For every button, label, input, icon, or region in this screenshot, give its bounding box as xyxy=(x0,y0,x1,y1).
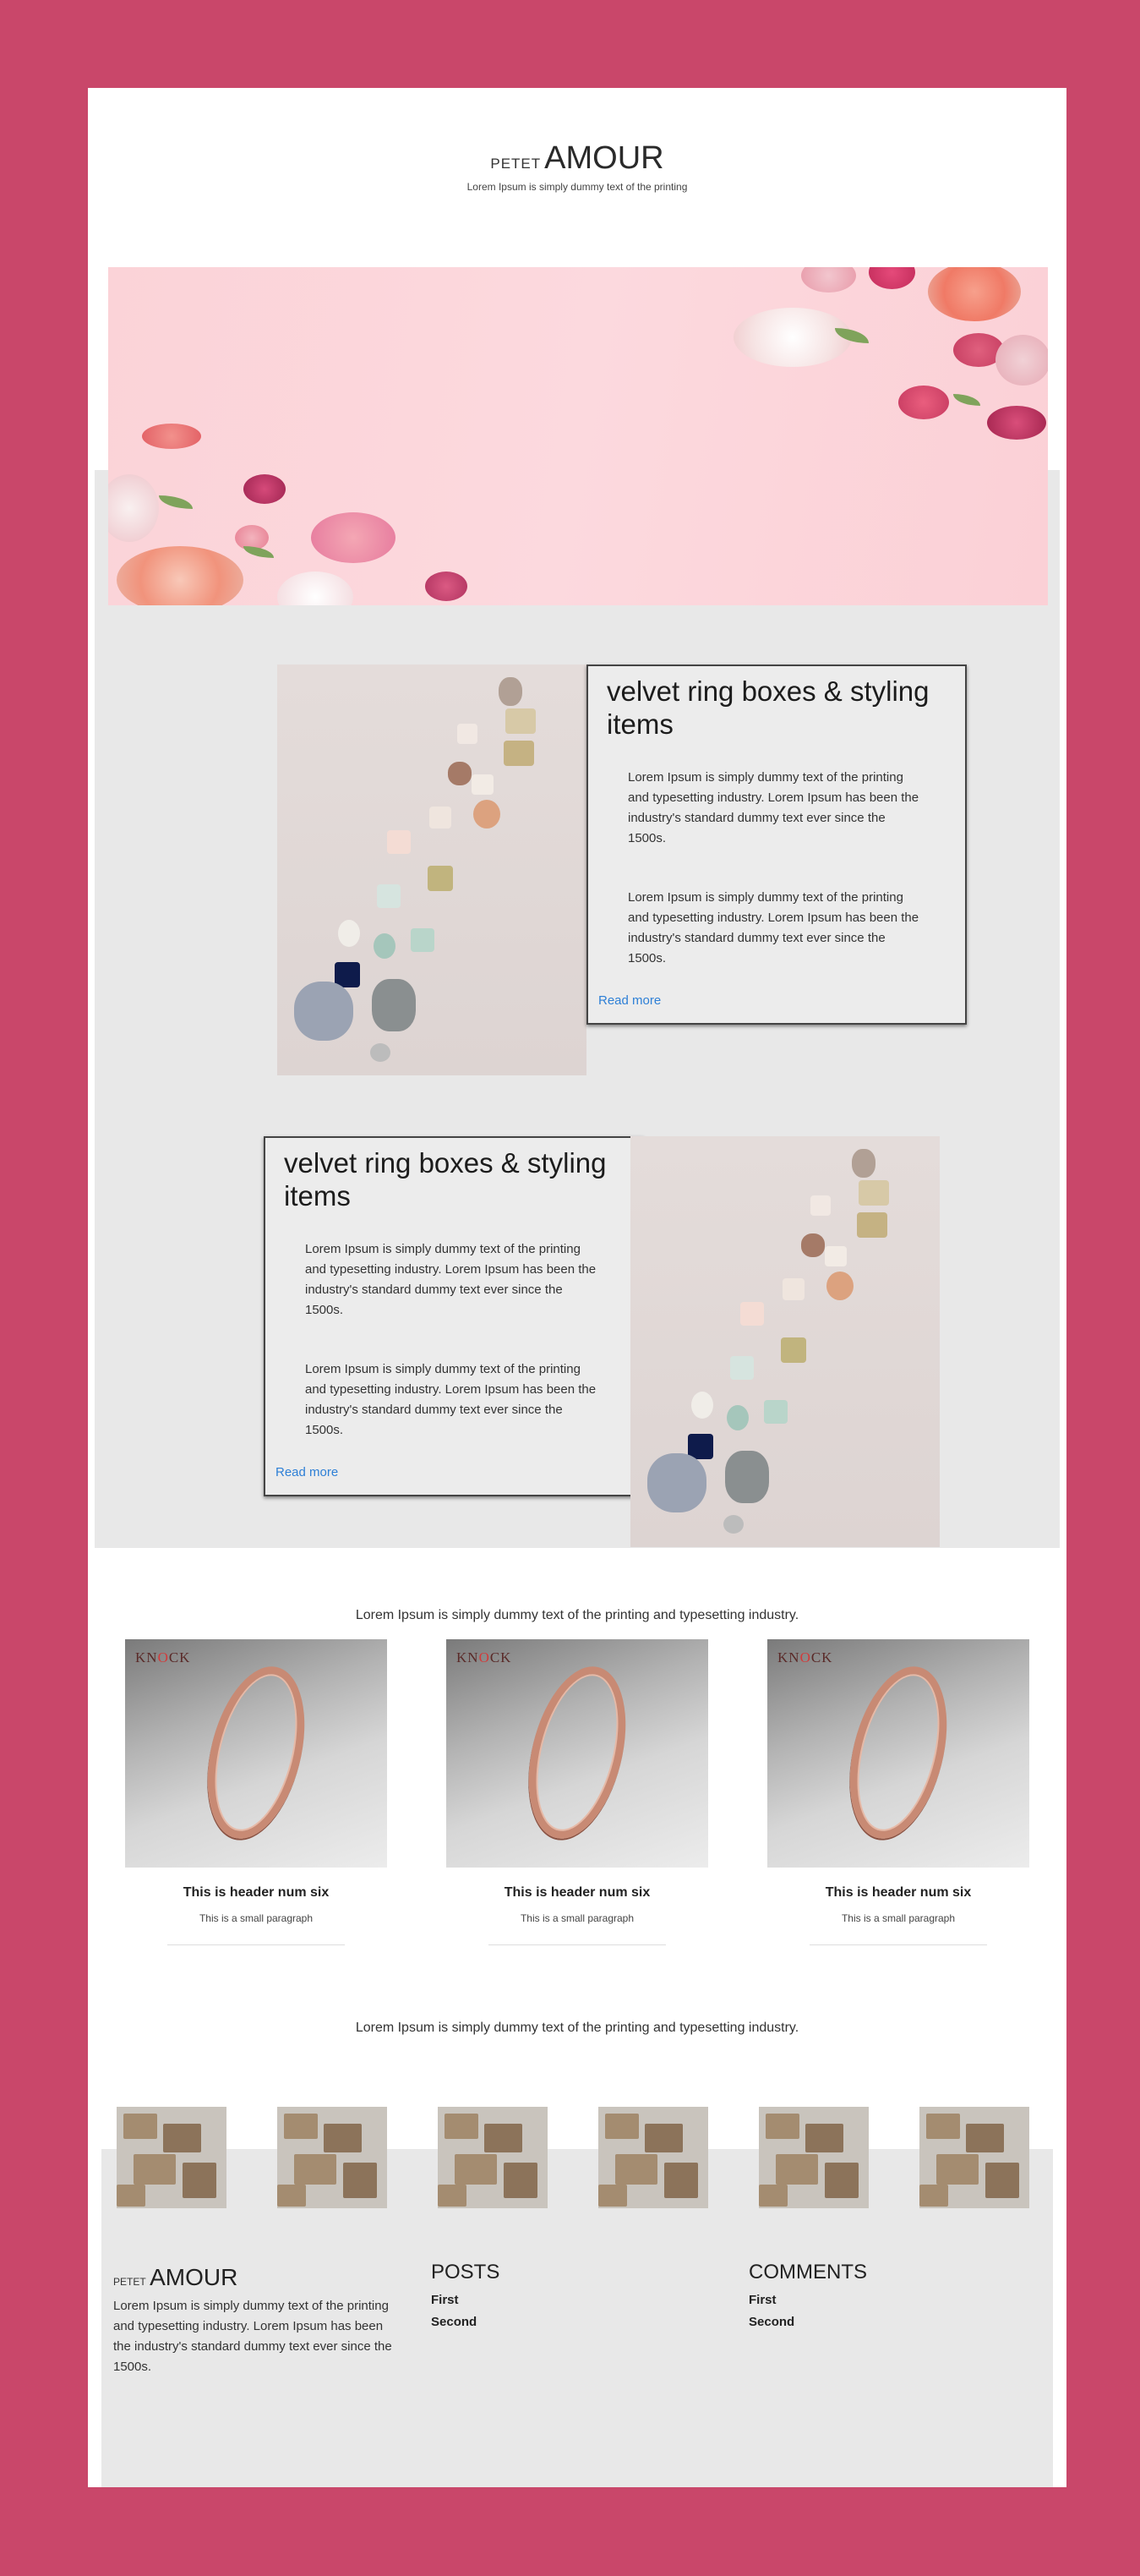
footer-post-link-first[interactable]: First xyxy=(431,2293,459,2307)
site-logo[interactable]: PETET AMOUR xyxy=(88,140,1066,177)
product-3-divider xyxy=(810,1944,987,1945)
feature-1-read-more-link[interactable]: Read more xyxy=(598,993,661,1008)
gallery-thumb-1[interactable] xyxy=(117,2107,226,2208)
hero-image xyxy=(108,267,1048,605)
product-1-divider xyxy=(167,1944,345,1945)
footer-post-link-second[interactable]: Second xyxy=(431,2315,477,2329)
footer-about-text: Lorem Ipsum is simply dummy text of the … xyxy=(113,2299,392,2374)
product-1-title[interactable]: This is header num six xyxy=(125,1885,387,1901)
product-1-subtitle: This is a small paragraph xyxy=(199,1912,314,1924)
gallery-lead-text: Lorem Ipsum is simply dummy text of the … xyxy=(355,2021,799,2035)
product-2-divider xyxy=(488,1944,666,1945)
products-lead-text: Lorem Ipsum is simply dummy text of the … xyxy=(355,1608,799,1622)
gallery-thumb-6[interactable] xyxy=(919,2107,1029,2208)
footer-comment-link-second[interactable]: Second xyxy=(749,2315,794,2329)
feature-2-card: velvet ring boxes & styling items Lorem … xyxy=(264,1136,644,1496)
feature-1-title: velvet ring boxes & styling items xyxy=(607,675,930,740)
gallery-thumb-5[interactable] xyxy=(759,2107,869,2208)
feature-2-read-more-link[interactable]: Read more xyxy=(275,1465,338,1479)
product-3-title[interactable]: This is header num six xyxy=(767,1885,1029,1901)
product-2-brand-logo: KNOCK xyxy=(456,1649,512,1665)
feature-1-paragraph-1: Lorem Ipsum is simply dummy text of the … xyxy=(628,770,919,845)
product-1-image[interactable]: KNOCK xyxy=(125,1639,387,1868)
feature-2-image xyxy=(630,1136,940,1547)
feature-1-card: velvet ring boxes & styling items Lorem … xyxy=(586,665,967,1025)
footer-logo-small-text: PETET xyxy=(113,2276,146,2288)
product-3-brand-logo: KNOCK xyxy=(777,1649,833,1665)
product-3-image[interactable]: KNOCK xyxy=(767,1639,1029,1868)
feature-1-image xyxy=(277,665,586,1075)
product-1-brand-logo: KNOCK xyxy=(135,1649,191,1665)
footer-logo-big-text: AMOUR xyxy=(150,2264,238,2290)
logo-small-text: PETET xyxy=(490,156,542,172)
product-2-title[interactable]: This is header num six xyxy=(446,1885,708,1901)
gallery-thumb-2[interactable] xyxy=(277,2107,387,2208)
product-3-subtitle: This is a small paragraph xyxy=(841,1912,956,1924)
site-tagline: Lorem Ipsum is simply dummy text of the … xyxy=(466,181,688,193)
feature-2-paragraph-1: Lorem Ipsum is simply dummy text of the … xyxy=(305,1242,597,1317)
feature-2-paragraph-2: Lorem Ipsum is simply dummy text of the … xyxy=(305,1362,597,1437)
logo-big-text: AMOUR xyxy=(544,140,664,176)
gallery-thumb-3[interactable] xyxy=(438,2107,548,2208)
footer-comment-link-first[interactable]: First xyxy=(749,2293,777,2307)
footer-posts-heading: POSTS xyxy=(431,2261,500,2283)
feature-1-paragraph-2: Lorem Ipsum is simply dummy text of the … xyxy=(628,890,919,965)
footer-comments-heading: COMMENTS xyxy=(749,2261,867,2283)
gallery-thumb-4[interactable] xyxy=(598,2107,708,2208)
footer-logo[interactable]: PETET AMOUR xyxy=(113,2264,237,2291)
product-2-subtitle: This is a small paragraph xyxy=(520,1912,635,1924)
product-2-image[interactable]: KNOCK xyxy=(446,1639,708,1868)
page-container: PETET AMOUR Lorem Ipsum is simply dummy t… xyxy=(88,88,1066,2487)
feature-2-title: velvet ring boxes & styling items xyxy=(284,1147,607,1211)
